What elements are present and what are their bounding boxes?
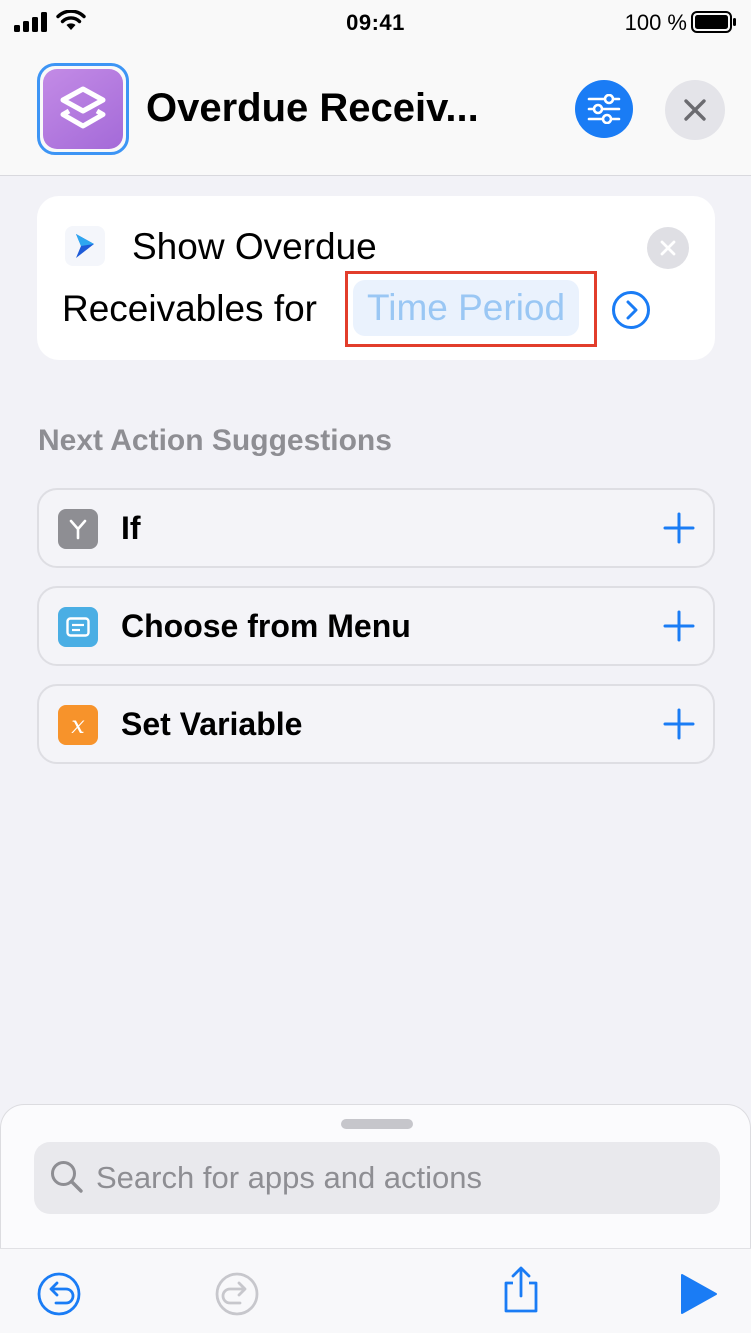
battery-icon [691, 11, 736, 33]
redo-icon[interactable] [212, 1269, 262, 1319]
shortcut-app-icon[interactable] [37, 63, 129, 155]
add-icon[interactable] [663, 610, 695, 642]
action-text-line1: Show Overdue [132, 226, 377, 267]
share-icon[interactable] [496, 1265, 546, 1315]
status-bar: 09:41 100 % [0, 0, 751, 44]
parameter-highlight-box [345, 271, 597, 347]
settings-button[interactable] [575, 80, 633, 138]
search-field[interactable]: Search for apps and actions [34, 1142, 720, 1214]
dynamics-arrow-icon [76, 234, 94, 258]
action-card[interactable]: Show Overdue Receivables for Time Period [37, 196, 715, 360]
add-icon[interactable] [663, 512, 695, 544]
editor-toolbar [0, 1248, 751, 1333]
close-button[interactable] [665, 80, 725, 140]
sheet-grabber[interactable] [341, 1119, 413, 1129]
battery-percent: 100 % [624, 10, 687, 35]
suggestion-set-variable[interactable]: x Set Variable [37, 684, 715, 764]
action-app-icon [65, 226, 105, 266]
suggestions-heading: Next Action Suggestions [38, 424, 392, 457]
sliders-icon [587, 94, 621, 124]
shortcut-title[interactable]: Overdue Receiv... [146, 86, 479, 131]
undo-icon[interactable] [34, 1269, 84, 1319]
suggestion-icon-tile [58, 607, 98, 647]
close-icon [684, 99, 706, 121]
chevron-right-circle-icon[interactable] [611, 290, 651, 330]
menu-icon [66, 617, 90, 637]
suggestion-icon-tile: x [58, 705, 98, 745]
clear-action-button[interactable] [647, 227, 689, 269]
suggestion-label: Set Variable [121, 706, 303, 742]
search-input[interactable]: Search for apps and actions [96, 1160, 482, 1196]
shortcuts-layers-icon [60, 86, 106, 129]
variable-x-icon: x [71, 711, 85, 739]
suggestion-label: Choose from Menu [121, 608, 411, 644]
suggestion-choose-from-menu[interactable]: Choose from Menu [37, 586, 715, 666]
header-area: 09:41 100 % Overdue Receiv... [0, 0, 751, 176]
branch-icon [69, 519, 87, 540]
suggestion-label: If [121, 510, 141, 546]
play-icon[interactable] [672, 1269, 722, 1319]
clear-icon [660, 240, 676, 256]
add-icon[interactable] [663, 708, 695, 740]
suggestion-icon-tile [58, 509, 98, 549]
search-icon [51, 1161, 83, 1193]
action-text-line2: Receivables for [62, 288, 318, 329]
suggestion-if[interactable]: If [37, 488, 715, 568]
action-search-sheet: Search for apps and actions [0, 1104, 751, 1249]
